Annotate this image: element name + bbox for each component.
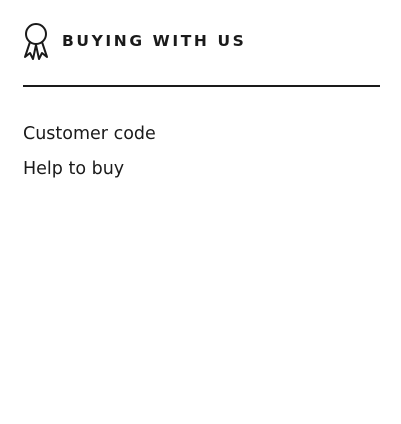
section-link-list: Customer code Help to buy	[23, 121, 156, 191]
award-ribbon-icon	[23, 20, 51, 62]
section-header: BUYING WITH US	[23, 20, 380, 62]
section-divider	[23, 85, 380, 87]
buying-with-us-section: BUYING WITH US Customer code Help to buy	[23, 20, 380, 179]
customer-code-link[interactable]: Customer code	[23, 121, 156, 147]
help-to-buy-link[interactable]: Help to buy	[23, 156, 156, 182]
section-title: BUYING WITH US	[62, 32, 247, 50]
